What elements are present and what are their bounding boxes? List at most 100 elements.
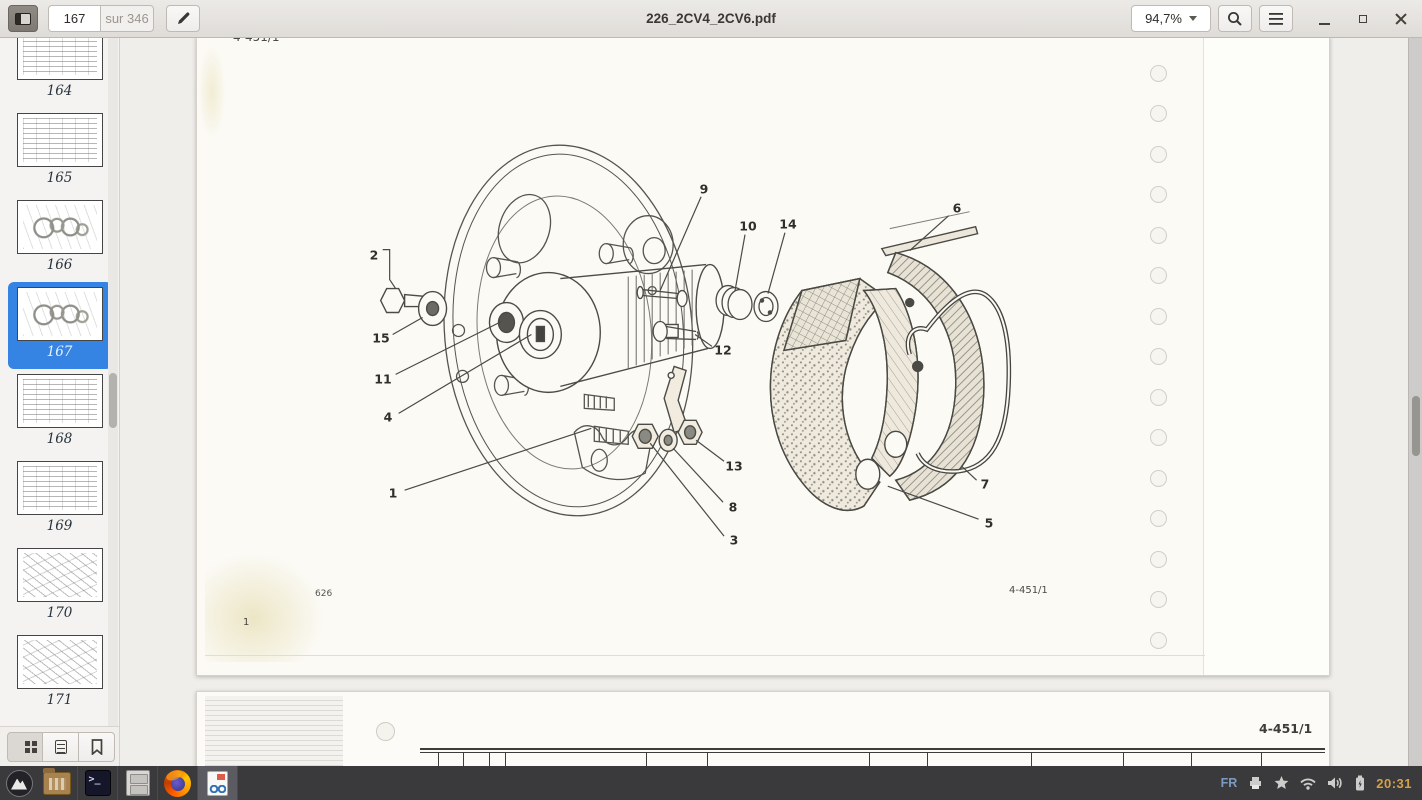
- part-label: 15: [372, 331, 389, 346]
- pencil-icon: [176, 11, 191, 26]
- note-icon: [55, 740, 67, 754]
- thumbnail-page-171[interactable]: 171: [8, 630, 112, 717]
- thumbnail-page-166[interactable]: 166: [8, 195, 112, 282]
- zoom-level-dropdown[interactable]: 94,7%: [1131, 5, 1211, 32]
- thumbnail-label: 168: [47, 430, 73, 448]
- close-icon: [1390, 8, 1412, 30]
- part-label: 8: [729, 500, 738, 515]
- table-column-tick: [1191, 753, 1192, 766]
- part-label: 9: [700, 182, 709, 197]
- punch-hole: [376, 722, 395, 741]
- thumbnail-image: [17, 461, 103, 515]
- thumbnail-page-169[interactable]: 169: [8, 456, 112, 543]
- minimize-button[interactable]: [1314, 8, 1336, 30]
- thumbnail-label: 165: [47, 169, 73, 187]
- maximize-button[interactable]: [1352, 8, 1374, 30]
- zoom-level-value: 94,7%: [1145, 11, 1182, 26]
- thumbnail-scroll-area[interactable]: 164 165 166 167 168: [0, 38, 119, 726]
- thumbnail-label: 169: [47, 517, 73, 535]
- system-tray: FR 20:31: [1221, 775, 1422, 791]
- part-label: 1: [389, 486, 398, 501]
- table-column-tick: [927, 753, 928, 766]
- taskbar-item-archive-manager[interactable]: [118, 766, 158, 800]
- thumbnail-image: [17, 374, 103, 428]
- sidebar-panes-icon: [15, 13, 31, 25]
- table-column-tick: [707, 753, 708, 766]
- search-button[interactable]: [1218, 5, 1252, 32]
- page-number-group: sur 346: [48, 5, 154, 32]
- hamburger-icon: [1269, 13, 1283, 25]
- main-scrollbar[interactable]: [1408, 38, 1422, 766]
- thumbnail-label: 170: [47, 604, 73, 622]
- sidebar-toggle-button[interactable]: [8, 5, 38, 32]
- bookmark-icon: [91, 739, 103, 755]
- part-label: 4: [384, 410, 393, 425]
- volume-icon[interactable]: [1327, 776, 1344, 790]
- table-column-tick: [489, 753, 490, 766]
- part-label: 13: [725, 459, 742, 474]
- archive-manager-icon: [126, 770, 150, 796]
- table-column-tick: [869, 753, 870, 766]
- sidebar-scrollbar-thumb[interactable]: [109, 373, 117, 428]
- page-number-input[interactable]: [48, 5, 100, 32]
- taskbar-item-document-viewer-active[interactable]: [198, 766, 238, 800]
- tab-annotations[interactable]: [43, 732, 79, 762]
- thumbnail-page-165[interactable]: 165: [8, 108, 112, 195]
- battery-charging-icon[interactable]: [1355, 775, 1365, 791]
- main-scrollbar-thumb[interactable]: [1412, 396, 1420, 456]
- part-label: 6: [953, 201, 962, 216]
- file-manager-icon[interactable]: [43, 772, 71, 795]
- table-column-tick: [1123, 753, 1124, 766]
- firefox-icon: [164, 770, 191, 797]
- wifi-icon[interactable]: [1300, 777, 1316, 790]
- thumbnail-label: 166: [47, 256, 73, 274]
- tab-thumbnails[interactable]: [7, 732, 43, 762]
- document-viewer-icon: [207, 771, 228, 796]
- thumbnail-page-164[interactable]: 164: [8, 38, 112, 108]
- part-label: 14: [779, 217, 796, 232]
- annotate-button[interactable]: [166, 5, 200, 32]
- thumbnail-list: 164 165 166 167 168: [0, 38, 119, 717]
- taskbar-item-firefox[interactable]: [158, 766, 198, 800]
- thumbnail-page-167-selected[interactable]: 167: [8, 282, 112, 369]
- thumbnail-image: [17, 548, 103, 602]
- distro-menu-icon[interactable]: [6, 770, 33, 797]
- part-label: 11: [374, 372, 391, 387]
- thumbnail-page-170[interactable]: 170: [8, 543, 112, 630]
- menu-button[interactable]: [1259, 5, 1293, 32]
- desktop-taskbar: >_ FR: [0, 766, 1422, 800]
- evince-headerbar: sur 346 226_2CV4_2CV6.pdf 94,7%: [0, 0, 1422, 38]
- printer-icon[interactable]: [1248, 776, 1263, 790]
- document-view[interactable]: 4-451/1: [121, 38, 1422, 766]
- thumbnail-label: 164: [47, 82, 73, 100]
- part-label: 2: [370, 248, 379, 263]
- thumbnail-image: [17, 113, 103, 167]
- thumbnail-image: [17, 38, 103, 80]
- thumbnail-image: [17, 287, 103, 341]
- table-column-tick: [1261, 753, 1262, 766]
- table-column-tick: [505, 753, 506, 766]
- chevron-down-icon: [1189, 16, 1197, 21]
- window-controls: [1314, 8, 1412, 30]
- table-column-tick: [1031, 753, 1032, 766]
- pdf-page-167: 4-451/1: [196, 36, 1330, 676]
- part-label: 5: [985, 516, 994, 531]
- thumbnail-page-168[interactable]: 168: [8, 369, 112, 456]
- headerbar-right: 94,7%: [1131, 5, 1414, 32]
- table-column-tick: [463, 753, 464, 766]
- page-top-reference: 4-451/1: [1259, 721, 1312, 736]
- search-icon: [1227, 11, 1243, 27]
- parts-table-border: [420, 748, 1325, 753]
- tab-bookmarks[interactable]: [79, 732, 115, 762]
- maximize-icon: [1359, 15, 1367, 23]
- taskbar-item-terminal[interactable]: >_: [78, 766, 118, 800]
- keyboard-layout-indicator[interactable]: FR: [1221, 776, 1238, 790]
- thumbnail-label: 171: [47, 691, 73, 709]
- thumbnail-label: 167: [47, 343, 73, 361]
- clock[interactable]: 20:31: [1376, 776, 1412, 791]
- favorites-star-icon[interactable]: [1274, 776, 1289, 790]
- table-column-tick: [438, 753, 439, 766]
- table-column-tick: [646, 753, 647, 766]
- close-button[interactable]: [1390, 8, 1412, 30]
- sidebar-scrollbar[interactable]: [108, 38, 118, 726]
